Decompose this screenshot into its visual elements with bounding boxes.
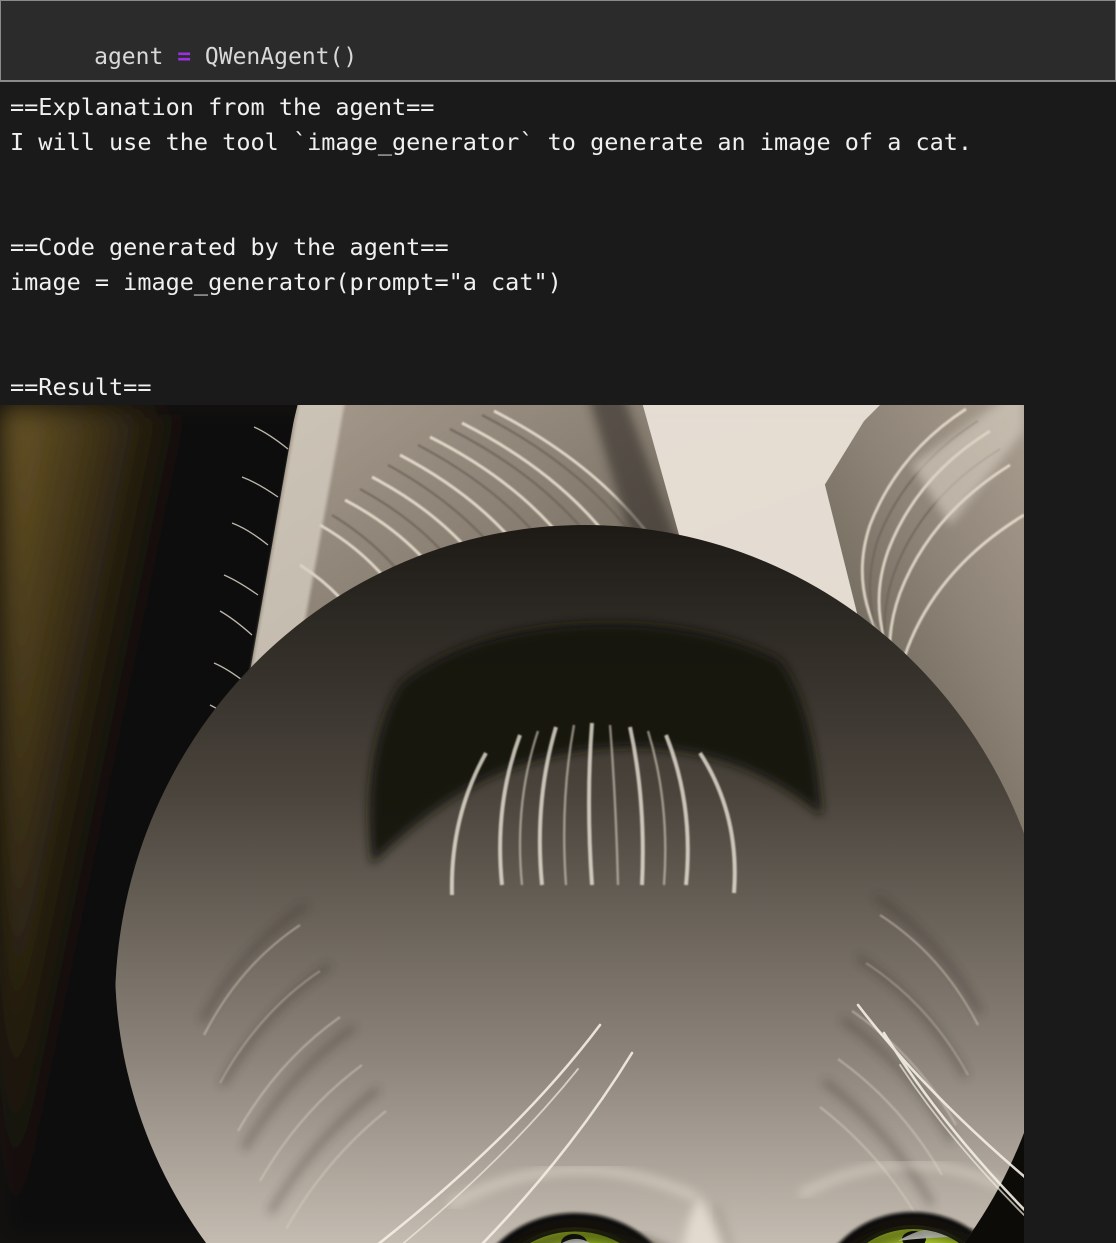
explanation-body: I will use the tool `image_generator` to… xyxy=(10,128,973,156)
result-header: ==Result== xyxy=(10,373,152,401)
generated-code-header: ==Code generated by the agent== xyxy=(10,233,449,261)
generated-code-body: image = image_generator(prompt="a cat") xyxy=(10,268,562,296)
code-token: = xyxy=(177,44,192,70)
code-input-cell[interactable]: agent = QWenAgent() agent.chat("generate… xyxy=(0,0,1116,175)
code-token: QWenAgent() xyxy=(191,44,358,70)
code-token: agent xyxy=(94,44,178,70)
explanation-header: ==Explanation from the agent== xyxy=(10,93,435,121)
result-image xyxy=(0,405,1024,1243)
notebook-output-page: agent = QWenAgent() agent.chat("generate… xyxy=(0,0,1116,1243)
cell-output-area: ==Explanation from the agent== I will us… xyxy=(0,82,1116,1243)
cat-photo-illustration xyxy=(0,405,1024,1243)
